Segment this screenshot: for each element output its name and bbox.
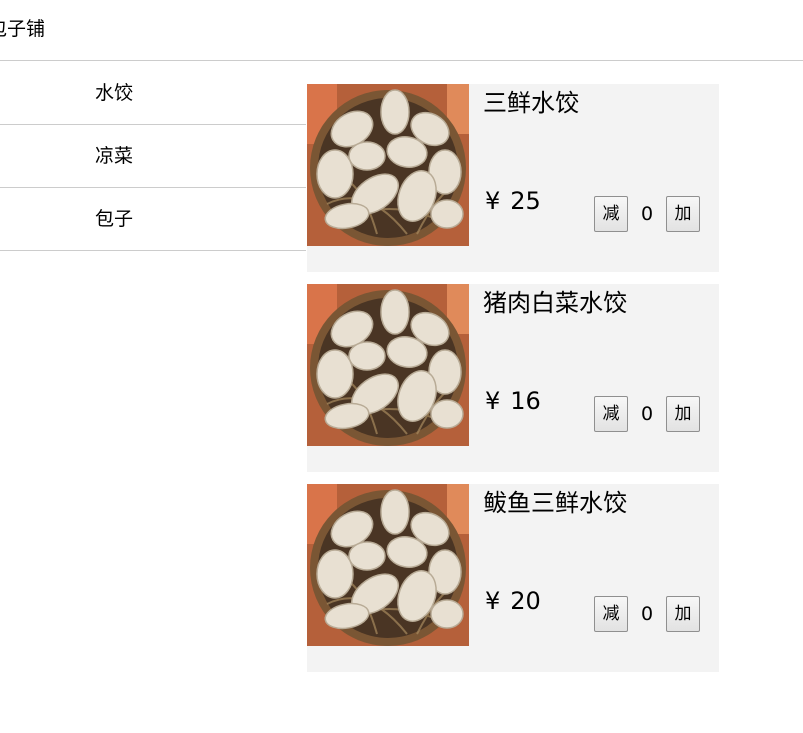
product-name: 鲅鱼三鲜水饺 [483,489,627,517]
product-card: 猪肉白菜水饺 ¥16 减 0 加 [307,284,719,472]
category-item-liangcai[interactable]: 凉菜 [0,125,306,188]
increase-button[interactable]: 加 [666,396,700,432]
product-name: 三鲜水饺 [483,89,579,117]
dumpling-photo-icon [307,84,469,246]
price-value: 20 [510,587,541,615]
currency-symbol: ¥ [485,187,501,215]
decrease-button[interactable]: 减 [594,396,628,432]
increase-button[interactable]: 加 [666,596,700,632]
product-name: 猪肉白菜水饺 [483,289,627,317]
product-list: 三鲜水饺 ¥25 减 0 加 猪肉白菜水饺 ¥ 16 减 0 加 鲅鱼三鲜水饺 … [307,84,719,684]
currency-symbol: ¥ [485,387,501,415]
product-price: ¥25 [485,186,541,216]
product-card: 鲅鱼三鲜水饺 ¥20 减 0 加 [307,484,719,672]
price-value: 25 [510,187,541,215]
product-price: ¥20 [485,586,541,616]
category-item-shuijiao[interactable]: 水饺 [0,62,306,125]
dumpling-image [307,284,469,446]
quantity-value: 0 [640,603,654,625]
dumpling-photo-icon [307,284,469,446]
quantity-value: 0 [640,203,654,225]
category-item-baozi[interactable]: 包子 [0,188,306,251]
category-label: 包子 [95,208,134,230]
product-card: 三鲜水饺 ¥25 减 0 加 [307,84,719,272]
decrease-button[interactable]: 减 [594,196,628,232]
currency-symbol: ¥ [485,587,501,615]
increase-button[interactable]: 加 [666,196,700,232]
category-sidebar: 水饺 凉菜 包子 [0,62,306,251]
decrease-button[interactable]: 减 [594,596,628,632]
category-label: 凉菜 [95,145,134,167]
dumpling-image [307,84,469,246]
product-price: ¥16 [485,386,541,416]
dumpling-photo-icon [307,484,469,646]
header-bar: 包子铺 [0,0,803,61]
shop-title: 包子铺 [0,18,46,40]
dumpling-image [307,484,469,646]
category-label: 水饺 [95,82,134,104]
quantity-value: 0 [640,403,654,425]
price-value: 16 [510,387,541,415]
